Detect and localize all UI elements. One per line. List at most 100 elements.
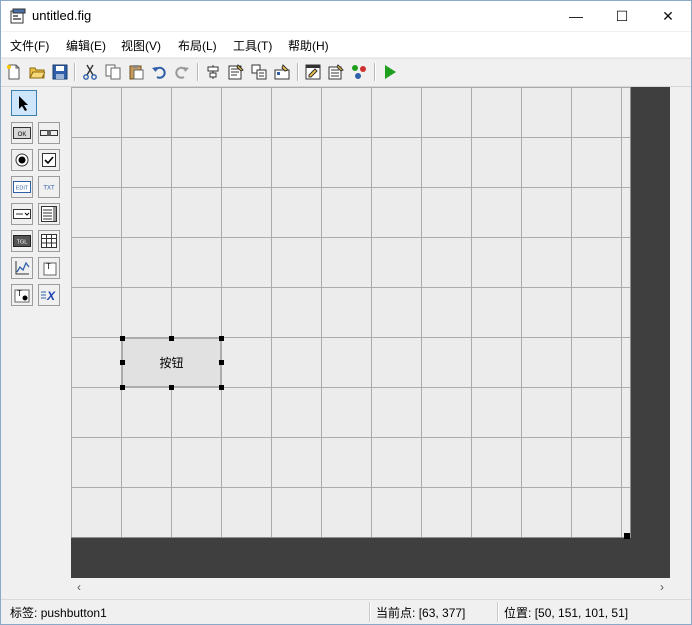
menu-help[interactable]: 帮助(H) (288, 37, 329, 54)
property-inspector-icon (328, 64, 344, 80)
axes-icon (15, 261, 30, 275)
paste-icon (129, 65, 144, 80)
menu-bar: 文件(F) 编辑(E) 视图(V) 布局(L) 工具(T) 帮助(H) (1, 32, 691, 57)
edit-text-tool[interactable]: EDIT (11, 176, 33, 198)
open-folder-icon (29, 67, 45, 79)
object-browser-icon (352, 65, 366, 79)
ok-label: OK (18, 132, 27, 138)
panel-icon: T (43, 262, 57, 276)
activex-icon: X (41, 289, 56, 303)
chevron-left-icon: ‹ (77, 580, 81, 594)
figure-app-icon (10, 8, 26, 24)
selection-handle[interactable] (219, 385, 224, 390)
selection-handle[interactable] (120, 336, 125, 341)
status-position: 位置: [50, 151, 101, 51] (504, 604, 628, 621)
radio-button-icon (15, 153, 29, 167)
editor-button[interactable] (303, 62, 323, 82)
static-text-tool[interactable]: TXT (38, 176, 60, 198)
selection-handle[interactable] (120, 360, 125, 365)
layout-area: 按钮 (71, 87, 670, 578)
maximize-button[interactable]: ☐ (599, 1, 645, 31)
tab-order-editor-button[interactable] (249, 62, 269, 82)
paste-button[interactable] (126, 62, 146, 82)
checkbox-icon (42, 153, 56, 167)
arrow-cursor-icon (19, 96, 28, 111)
status-tag: 标签: pushbutton1 (10, 604, 107, 621)
pushbutton-label: 按钮 (159, 356, 184, 370)
toolbar-separator (197, 63, 199, 81)
selection-handle[interactable] (219, 360, 224, 365)
activex-tool[interactable]: X (38, 284, 60, 306)
slider-icon (40, 130, 58, 136)
button-group-icon: T (14, 289, 30, 303)
toggle-button-tool[interactable]: TGL (11, 230, 33, 252)
main-toolbar (1, 58, 691, 87)
object-browser-button[interactable] (349, 62, 369, 82)
title-bar: untitled.fig — ☐ ✕ (1, 1, 691, 31)
menu-editor-button[interactable] (226, 62, 246, 82)
design-grid[interactable]: 按钮 (71, 87, 631, 538)
activex-x-label: X (46, 289, 56, 303)
edit-text-icon: EDIT (13, 181, 31, 193)
tgl-label: TGL (17, 240, 28, 246)
push-button-tool[interactable]: OK (11, 122, 33, 144)
axes-tool[interactable] (11, 257, 33, 279)
selection-handle[interactable] (169, 336, 174, 341)
pushbutton1[interactable]: 按钮 (122, 338, 221, 387)
popup-menu-tool[interactable] (11, 203, 33, 225)
selection-handle[interactable] (120, 385, 125, 390)
close-icon: ✕ (662, 7, 674, 24)
cut-icon (83, 64, 97, 80)
selection-handle[interactable] (169, 385, 174, 390)
menu-edit[interactable]: 编辑(E) (66, 37, 106, 54)
open-button[interactable] (27, 62, 47, 82)
listbox-tool[interactable] (38, 203, 60, 225)
close-button[interactable]: ✕ (645, 1, 691, 31)
editor-icon (305, 64, 321, 80)
figure-resize-handle[interactable] (624, 533, 630, 539)
status-current-point: 当前点: [63, 377] (376, 604, 465, 621)
position-value: [50, 151, 101, 51] (534, 606, 629, 620)
new-file-button[interactable] (4, 62, 24, 82)
check-box-tool[interactable] (38, 149, 60, 171)
scroll-right-button[interactable]: › (654, 579, 670, 595)
property-inspector-button[interactable] (326, 62, 346, 82)
copy-icon (105, 64, 121, 80)
horizontal-scrollbar[interactable]: ‹ › (71, 578, 670, 596)
menu-view[interactable]: 视图(V) (121, 37, 161, 54)
menu-editor-icon (228, 64, 244, 80)
toolbar-editor-button[interactable] (272, 62, 292, 82)
redo-button[interactable] (172, 62, 192, 82)
status-tag-value: pushbutton1 (40, 606, 107, 620)
save-icon (52, 64, 68, 80)
table-tool[interactable] (38, 230, 60, 252)
status-bar: 标签: pushbutton1 当前点: [63, 377] 位置: [50, … (1, 599, 691, 624)
panel-tool[interactable]: T (38, 257, 60, 279)
save-button[interactable] (50, 62, 70, 82)
scroll-left-button[interactable]: ‹ (71, 579, 87, 595)
status-divider (497, 602, 499, 622)
copy-button[interactable] (103, 62, 123, 82)
selection-handle[interactable] (219, 336, 224, 341)
align-objects-button[interactable] (203, 62, 223, 82)
component-palette: OK EDIT TXT TGL T T X (11, 90, 65, 312)
toolbar-separator (74, 63, 76, 81)
slider-tool[interactable] (38, 122, 60, 144)
button-group-tool[interactable]: T (11, 284, 33, 306)
menu-tools[interactable]: 工具(T) (233, 37, 272, 54)
minimize-button[interactable]: — (553, 1, 599, 31)
radio-button-tool[interactable] (11, 149, 33, 171)
align-objects-icon (207, 65, 219, 79)
menu-layout[interactable]: 布局(L) (178, 37, 217, 54)
new-file-icon (7, 64, 20, 80)
cut-button[interactable] (80, 62, 100, 82)
toggle-button-icon: TGL (13, 235, 31, 247)
txt-label: TXT (43, 186, 55, 192)
current-point-value: [63, 377] (418, 606, 466, 620)
menu-file[interactable]: 文件(F) (10, 37, 49, 54)
run-figure-button[interactable] (380, 62, 400, 82)
select-tool[interactable] (11, 90, 37, 116)
guide-window: untitled.fig — ☐ ✕ 文件(F) 编辑(E) 视图(V) 布局(… (0, 0, 692, 625)
chevron-right-icon: › (660, 580, 664, 594)
undo-button[interactable] (149, 62, 169, 82)
